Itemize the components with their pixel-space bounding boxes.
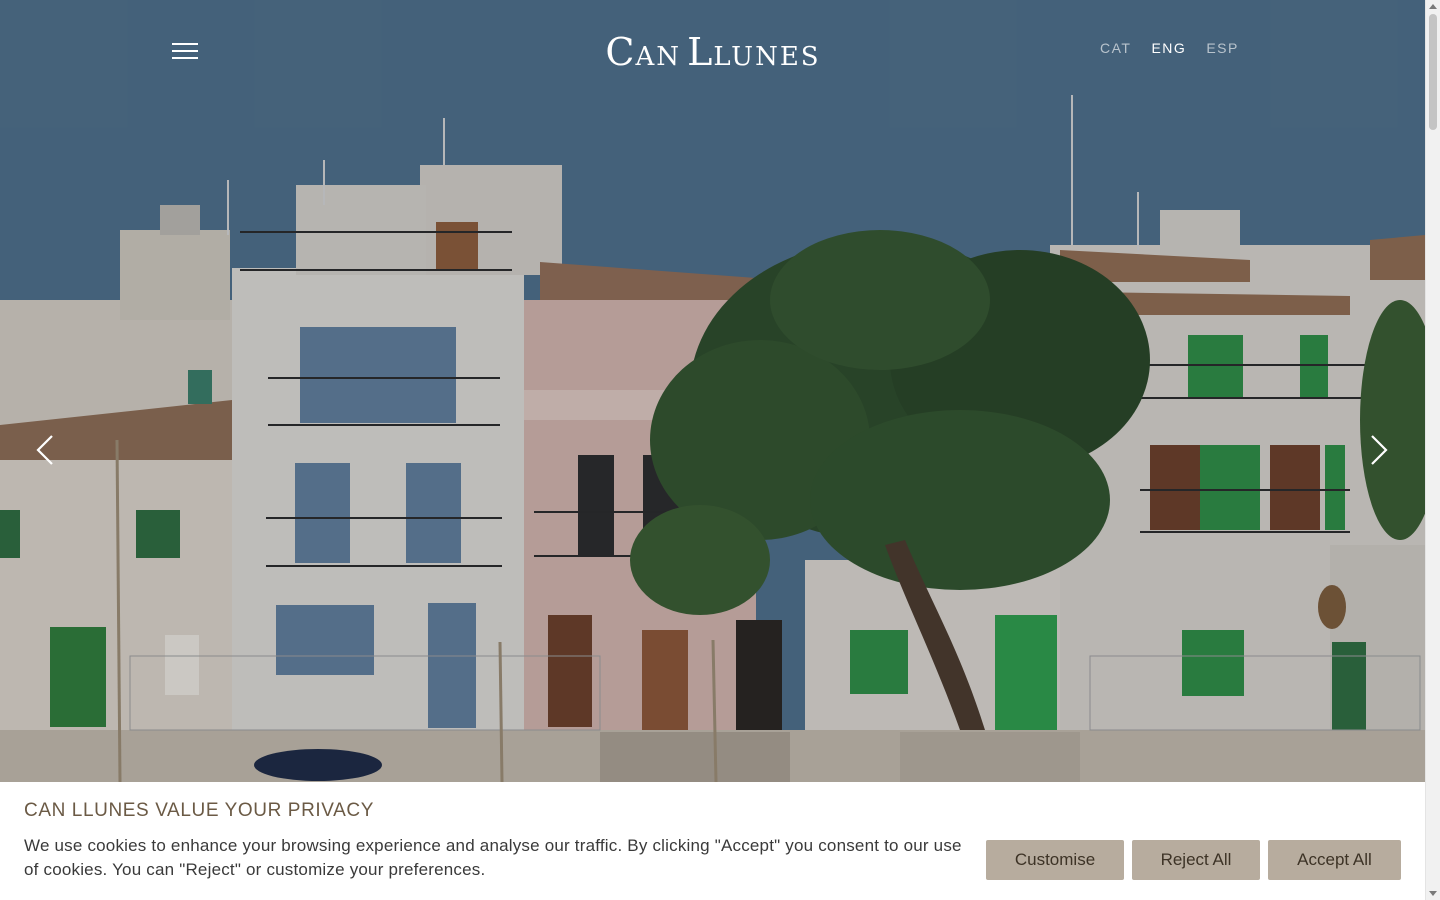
hamburger-line <box>172 50 198 52</box>
logo-text: AN <box>635 42 681 72</box>
cookie-buttons: Customise Reject All Accept All <box>986 840 1401 880</box>
language-switcher: CAT ENG ESP <box>1100 40 1239 56</box>
lang-cat[interactable]: CAT <box>1100 40 1131 56</box>
cookie-title: CAN LLUNES VALUE YOUR PRIVACY <box>24 800 375 821</box>
hamburger-line <box>172 43 198 45</box>
hamburger-line <box>172 57 198 59</box>
chevron-right-icon <box>1371 435 1388 465</box>
page-scrollbar[interactable] <box>1425 0 1440 900</box>
site-logo[interactable]: CAN LLUNES <box>560 30 866 74</box>
logo-letter: C <box>605 30 636 74</box>
hero-carousel <box>0 0 1425 900</box>
reject-all-button[interactable]: Reject All <box>1132 840 1260 880</box>
scroll-thumb[interactable] <box>1429 14 1437 130</box>
logo-text: LUNES <box>713 42 821 72</box>
customise-button[interactable]: Customise <box>986 840 1124 880</box>
hamburger-icon[interactable] <box>172 40 199 62</box>
chevron-left-icon <box>36 435 53 465</box>
accept-all-button[interactable]: Accept All <box>1268 840 1401 880</box>
carousel-prev-button[interactable] <box>34 434 56 466</box>
carousel-next-button[interactable] <box>1368 434 1390 466</box>
cookie-text: We use cookies to enhance your browsing … <box>24 836 962 879</box>
hero-image <box>0 0 1425 900</box>
lang-eng[interactable]: ENG <box>1151 40 1186 56</box>
scroll-down-icon[interactable] <box>1429 891 1437 896</box>
logo-letter: L <box>687 30 714 74</box>
lang-esp[interactable]: ESP <box>1206 40 1239 56</box>
scroll-up-icon[interactable] <box>1429 4 1437 9</box>
cookie-banner: CAN LLUNES VALUE YOUR PRIVACY We use coo… <box>0 782 1425 900</box>
